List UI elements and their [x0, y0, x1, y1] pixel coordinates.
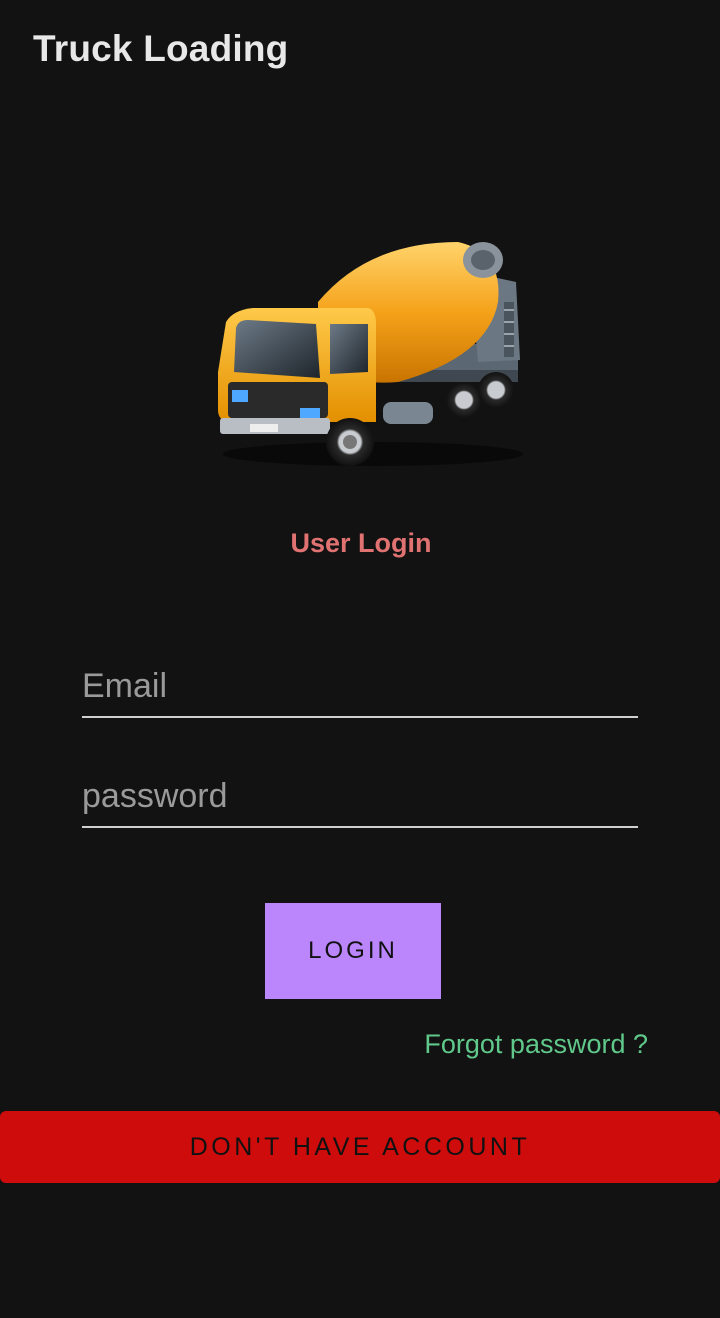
password-field[interactable]: [82, 766, 638, 828]
password-input[interactable]: [82, 766, 638, 826]
login-heading: User Login: [290, 528, 432, 558]
forgot-password-link[interactable]: Forgot password ?: [424, 1029, 648, 1060]
login-button[interactable]: LOGIN: [265, 903, 441, 999]
app-bar: Truck Loading: [0, 0, 720, 100]
email-input[interactable]: [82, 656, 638, 716]
email-field[interactable]: [82, 656, 638, 718]
app-title: Truck Loading: [33, 28, 289, 69]
concrete-mixer-truck-icon: [208, 232, 528, 477]
dont-have-account-button[interactable]: DON'T HAVE ACCOUNT: [0, 1111, 720, 1183]
